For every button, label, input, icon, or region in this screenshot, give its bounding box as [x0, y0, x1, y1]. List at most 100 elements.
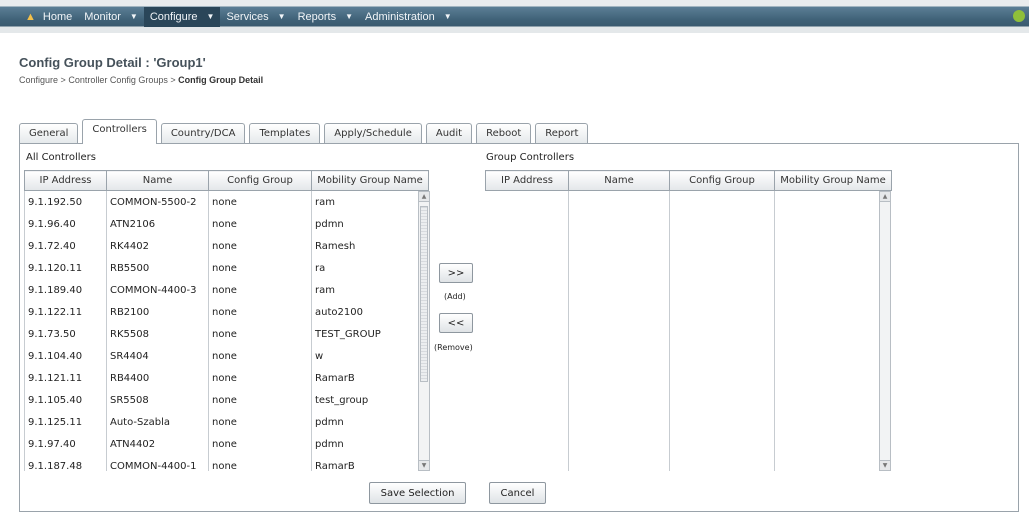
table-row[interactable]: 9.1.187.48 COMMON-4400-1 none RamarB — [24, 455, 428, 471]
cell-config-group: none — [208, 389, 312, 411]
col-name[interactable]: Name — [106, 170, 209, 191]
group-controllers-header: IP Address Name Config Group Mobility Gr… — [485, 170, 892, 191]
cell-ip-address: 9.1.120.11 — [24, 257, 107, 279]
cancel-button[interactable]: Cancel — [489, 482, 546, 504]
nav-services[interactable]: Services ▼ — [220, 7, 291, 27]
nav-monitor-label: Monitor — [84, 11, 121, 23]
col-name[interactable]: Name — [568, 170, 670, 191]
table-row[interactable]: 9.1.121.11 RB4400 none RamarB — [24, 367, 428, 389]
cell-ip-address: 9.1.189.40 — [24, 279, 107, 301]
cell-config-group: none — [208, 323, 312, 345]
add-button[interactable]: >> — [439, 263, 473, 283]
all-controllers-scrollbar[interactable]: ▲ ▼ — [418, 191, 430, 471]
col-config-group[interactable]: Config Group — [208, 170, 312, 191]
table-row[interactable]: 9.1.125.11 Auto-Szabla none pdmn — [24, 411, 428, 433]
col-ip-address[interactable]: IP Address — [24, 170, 107, 191]
nav-administration-label: Administration — [365, 11, 435, 23]
table-row[interactable]: 9.1.72.40 RK4402 none Ramesh — [24, 235, 428, 257]
status-globe-icon[interactable] — [1013, 10, 1025, 22]
cell-ip-address: 9.1.121.11 — [24, 367, 107, 389]
tab-apply-schedule[interactable]: Apply/Schedule — [324, 123, 422, 144]
table-row[interactable]: 9.1.105.40 SR5508 none test_group — [24, 389, 428, 411]
cell-mobility-group-name: ram — [311, 191, 428, 213]
chevron-down-icon: ▼ — [206, 12, 215, 21]
col-mobility-group-name[interactable]: Mobility Group Name — [774, 170, 892, 191]
nav-configure[interactable]: Configure ▼ — [143, 7, 221, 27]
scroll-down-icon[interactable]: ▼ — [880, 460, 890, 470]
cell-config-group: none — [208, 235, 312, 257]
cell-mobility-group-name: pdmn — [311, 433, 428, 455]
tab-controllers[interactable]: Controllers — [82, 119, 157, 144]
nav-reports-label: Reports — [297, 11, 337, 23]
cell-mobility-group-name: RamarB — [311, 455, 428, 471]
chevron-down-icon: ▼ — [129, 12, 138, 21]
cell-config-group: none — [208, 367, 312, 389]
cell-name: RB4400 — [106, 367, 209, 389]
cell-mobility-group-name: test_group — [311, 389, 428, 411]
cell-ip-address: 9.1.104.40 — [24, 345, 107, 367]
tab-general[interactable]: General — [19, 123, 79, 144]
table-row[interactable]: 9.1.122.11 RB2100 none auto2100 — [24, 301, 428, 323]
table-row[interactable]: 9.1.189.40 COMMON-4400-3 none ram — [24, 279, 428, 301]
col-mobility-group-name[interactable]: Mobility Group Name — [311, 170, 429, 191]
cell-ip-address: 9.1.73.50 — [24, 323, 107, 345]
remove-button[interactable]: << — [439, 313, 473, 333]
scroll-up-icon[interactable]: ▲ — [419, 192, 429, 202]
tab-report[interactable]: Report — [535, 123, 589, 144]
top-nav-bar: ▲ Home Monitor ▼ Configure ▼ Services ▼ … — [0, 0, 1029, 33]
remove-caption: (Remove) — [434, 343, 473, 352]
nav-home[interactable]: ▲ Home — [19, 7, 78, 27]
cell-config-group: none — [208, 257, 312, 279]
cell-mobility-group-name: ra — [311, 257, 428, 279]
breadcrumb: Configure > Controller Config Groups > C… — [19, 75, 263, 85]
nav-reports[interactable]: Reports ▼ — [292, 7, 359, 27]
table-row[interactable]: 9.1.192.50 COMMON-5500-2 none ram — [24, 191, 428, 213]
all-controllers-header: IP Address Name Config Group Mobility Gr… — [24, 170, 429, 191]
cell-mobility-group-name: TEST_GROUP — [311, 323, 428, 345]
save-selection-button[interactable]: Save Selection — [369, 482, 466, 504]
group-controllers-scrollbar[interactable]: ▲ ▼ — [879, 191, 891, 471]
breadcrumb-separator: > — [170, 75, 176, 85]
cell-mobility-group-name: pdmn — [311, 213, 428, 235]
cell-name: ATN4402 — [106, 433, 209, 455]
breadcrumb-configure[interactable]: Configure — [19, 75, 58, 85]
tab-templates[interactable]: Templates — [249, 123, 321, 144]
table-row[interactable]: 9.1.104.40 SR4404 none w — [24, 345, 428, 367]
chevron-down-icon: ▼ — [443, 12, 452, 21]
cell-mobility-group-name: auto2100 — [311, 301, 428, 323]
cell-name: RB5500 — [106, 257, 209, 279]
cell-mobility-group-name: ram — [311, 279, 428, 301]
tab-country-dca[interactable]: Country/DCA — [160, 123, 246, 144]
tab-reboot[interactable]: Reboot — [476, 123, 532, 144]
col-ip-address[interactable]: IP Address — [485, 170, 569, 191]
scroll-down-icon[interactable]: ▼ — [419, 460, 429, 470]
table-row[interactable]: 9.1.97.40 ATN4402 none pdmn — [24, 433, 428, 455]
cell-config-group: none — [208, 411, 312, 433]
scroll-up-icon[interactable]: ▲ — [880, 192, 890, 202]
cell-name: ATN2106 — [106, 213, 209, 235]
scroll-thumb[interactable] — [420, 206, 428, 382]
cell-ip-address: 9.1.122.11 — [24, 301, 107, 323]
chevron-down-icon: ▼ — [345, 12, 354, 21]
table-row[interactable]: 9.1.96.40 ATN2106 none pdmn — [24, 213, 428, 235]
table-row[interactable]: 9.1.120.11 RB5500 none ra — [24, 257, 428, 279]
cell-ip-address: 9.1.125.11 — [24, 411, 107, 433]
cell-ip-address: 9.1.96.40 — [24, 213, 107, 235]
col-config-group[interactable]: Config Group — [669, 170, 775, 191]
nav-services-label: Services — [226, 11, 269, 23]
cell-config-group: none — [208, 213, 312, 235]
cell-name: RB2100 — [106, 301, 209, 323]
nav-administration[interactable]: Administration ▼ — [359, 7, 458, 27]
all-controllers-list[interactable]: 9.1.192.50 COMMON-5500-2 none ram 9.1.96.40 A… — [24, 191, 428, 471]
table-row[interactable]: 9.1.73.50 RK5508 none TEST_GROUP — [24, 323, 428, 345]
group-controllers-list[interactable] — [485, 191, 891, 471]
cell-config-group: none — [208, 279, 312, 301]
cell-name: Auto-Szabla — [106, 411, 209, 433]
cell-config-group: none — [208, 191, 312, 213]
breadcrumb-controller-config-groups[interactable]: Controller Config Groups — [68, 75, 168, 85]
nav-monitor[interactable]: Monitor ▼ — [78, 7, 144, 27]
column-divider — [669, 191, 670, 471]
nav-menu: ▲ Home Monitor ▼ Configure ▼ Services ▼ … — [19, 7, 1029, 27]
tab-audit[interactable]: Audit — [425, 123, 473, 144]
all-controllers-label: All Controllers — [26, 152, 96, 163]
